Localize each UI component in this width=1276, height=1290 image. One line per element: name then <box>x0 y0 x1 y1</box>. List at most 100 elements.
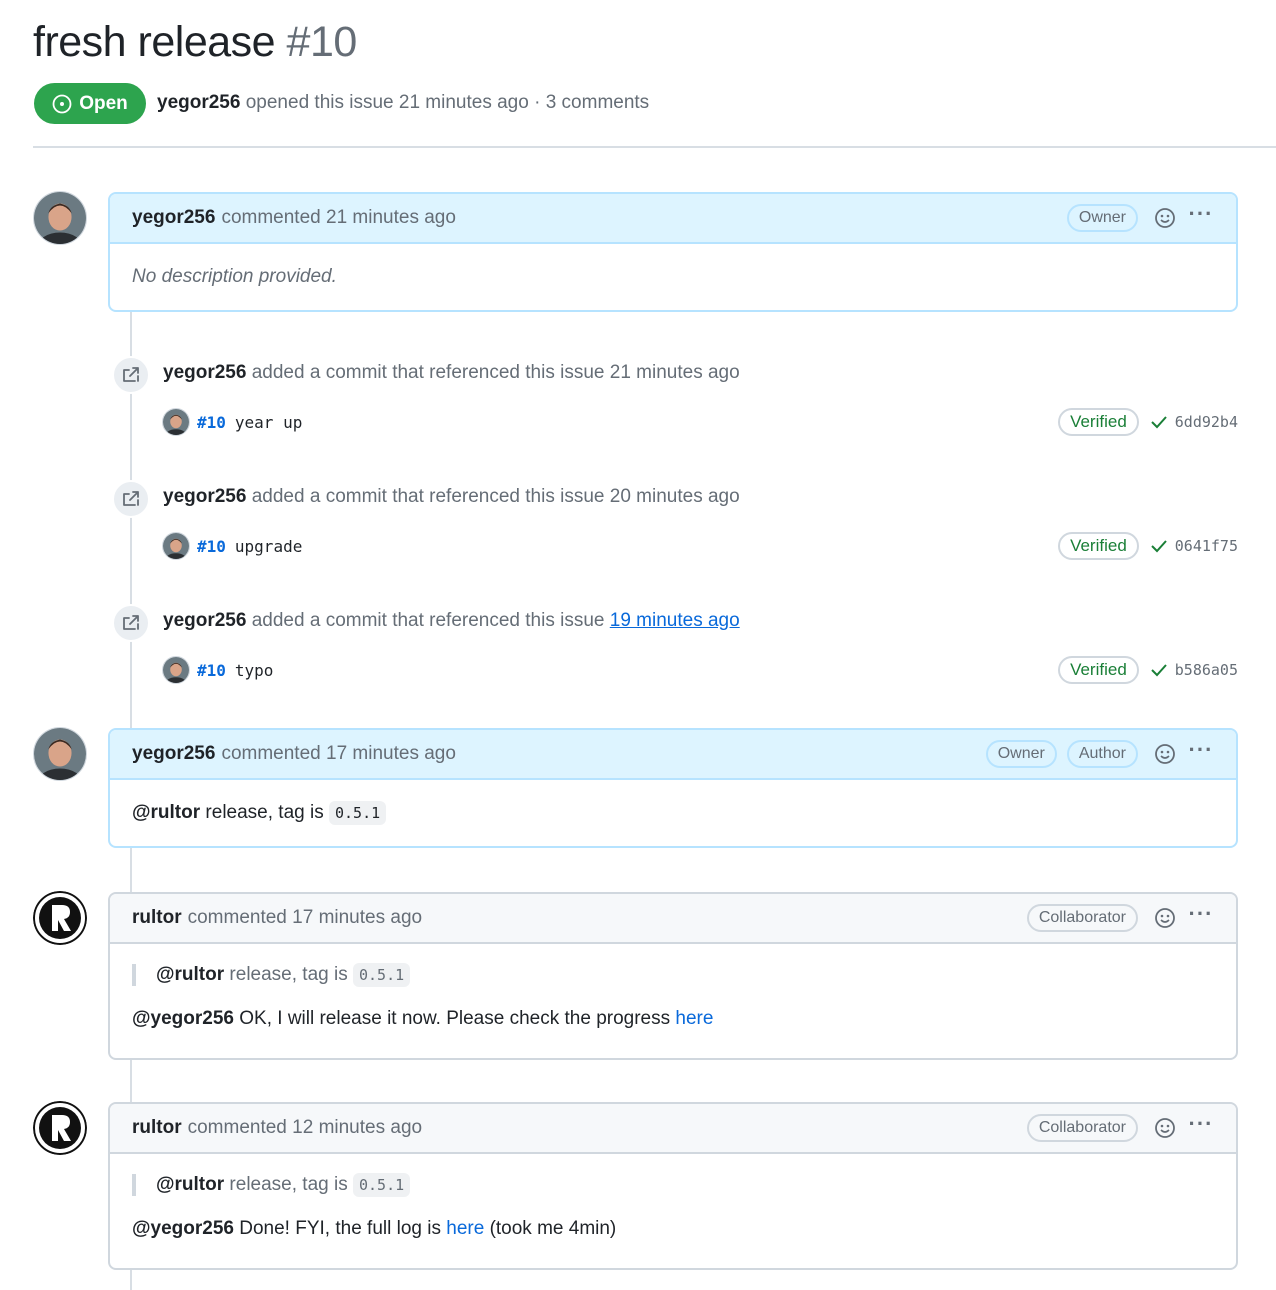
mention-link[interactable]: @yegor256 <box>132 1218 234 1239</box>
person-avatar-icon <box>34 192 86 244</box>
avatar-yegor256[interactable] <box>33 727 87 781</box>
comment-card: yegor256 commented 17 minutes ago Owner … <box>108 728 1238 848</box>
inline-code: 0.5.1 <box>353 1173 411 1197</box>
commit-row: #10 upgrade Verified 0641f75 <box>162 531 1238 561</box>
comment-body: @rultor release, tag is 0.5.1 @yegor256 … <box>110 944 1236 1030</box>
role-badge-collaborator: Collaborator <box>1026 1114 1138 1142</box>
comment-body: No description provided. <box>110 244 1236 288</box>
mention-link[interactable]: @rultor <box>156 1174 224 1195</box>
commit-issue-ref[interactable]: #10 <box>197 413 226 432</box>
mention-link[interactable]: @rultor <box>156 964 224 985</box>
progress-link[interactable]: here <box>675 1008 713 1029</box>
reply-text: Done! FYI, the full log is <box>239 1218 441 1239</box>
blockquote: @rultor release, tag is 0.5.1 <box>132 963 1214 987</box>
issue-state-badge: Open <box>34 83 146 124</box>
smiley-icon[interactable] <box>1154 907 1176 929</box>
event-text: added a commit that referenced this issu… <box>251 610 605 631</box>
log-link[interactable]: here <box>446 1218 484 1239</box>
person-avatar-icon <box>34 728 86 780</box>
verified-badge[interactable]: Verified <box>1058 656 1139 684</box>
comment-text: No description provided. <box>132 266 337 287</box>
mention-link[interactable]: @rultor <box>132 802 200 823</box>
commit-message[interactable]: typo <box>235 661 274 680</box>
event-text: added a commit that referenced this issu… <box>251 486 605 507</box>
timeline-line <box>130 1058 132 1104</box>
commit-message[interactable]: upgrade <box>235 537 302 556</box>
smiley-icon[interactable] <box>1154 207 1176 229</box>
comment-author[interactable]: rultor <box>132 1117 182 1139</box>
kebab-horizontal-icon[interactable]: ··· <box>1188 903 1214 929</box>
comment-author[interactable]: rultor <box>132 907 182 929</box>
header-divider <box>33 146 1276 148</box>
issue-state-label: Open <box>79 92 128 114</box>
comment-header: yegor256 commented 17 minutes ago Owner … <box>110 730 1236 780</box>
issue-title: fresh release #10 <box>33 18 357 67</box>
commit-message[interactable]: year up <box>235 413 302 432</box>
comment-timestamp[interactable]: commented 12 minutes ago <box>188 1117 422 1139</box>
event-actor[interactable]: yegor256 <box>163 610 246 631</box>
event-time[interactable]: 21 minutes ago <box>610 362 740 383</box>
commit-author-avatar[interactable] <box>162 532 190 560</box>
commit-sha[interactable]: 0641f75 <box>1175 537 1238 555</box>
avatar-yegor256[interactable] <box>33 191 87 245</box>
reply-suffix: (took me 4min) <box>489 1218 617 1239</box>
reply-text: OK, I will release it now. Please check … <box>239 1008 671 1029</box>
quote-text: release, tag is <box>229 1174 348 1195</box>
issue-number: #10 <box>286 18 358 66</box>
event-description: yegor256 added a commit that referenced … <box>163 610 740 632</box>
commit-author-avatar[interactable] <box>162 656 190 684</box>
commit-sha[interactable]: b586a05 <box>1175 661 1238 679</box>
commit-issue-ref[interactable]: #10 <box>197 537 226 556</box>
verified-badge[interactable]: Verified <box>1058 408 1139 436</box>
smiley-icon[interactable] <box>1154 743 1176 765</box>
issue-author-link[interactable]: yegor256 <box>157 92 240 113</box>
event-description: yegor256 added a commit that referenced … <box>163 486 740 508</box>
event-actor[interactable]: yegor256 <box>163 486 246 507</box>
commit-row: #10 year up Verified 6dd92b4 <box>162 407 1238 437</box>
check-icon <box>1151 664 1167 677</box>
smiley-icon[interactable] <box>1154 1117 1176 1139</box>
event-text: added a commit that referenced this issu… <box>251 362 605 383</box>
comment-text: release, tag is <box>205 802 324 823</box>
issue-meta-text: opened this issue 21 minutes ago · 3 com… <box>245 92 650 113</box>
reply-paragraph: @yegor256 Done! FYI, the full log is her… <box>132 1218 1214 1240</box>
event-time-link[interactable]: 19 minutes ago <box>610 610 740 631</box>
comment-timestamp[interactable]: commented 17 minutes ago <box>221 743 455 765</box>
issue-opened-icon <box>52 94 72 113</box>
timeline-line <box>130 1268 132 1290</box>
cross-reference-icon <box>112 356 150 394</box>
comment-header: rultor commented 17 minutes ago Collabor… <box>110 894 1236 944</box>
comment-timestamp[interactable]: commented 17 minutes ago <box>188 907 422 929</box>
comment-header: yegor256 commented 21 minutes ago Owner … <box>110 194 1236 244</box>
event-time[interactable]: 20 minutes ago <box>610 486 740 507</box>
reply-paragraph: @yegor256 OK, I will release it now. Ple… <box>132 1008 1214 1030</box>
comment-card: rultor commented 17 minutes ago Collabor… <box>108 892 1238 1060</box>
comment-author[interactable]: yegor256 <box>132 743 215 765</box>
cross-reference-icon <box>112 480 150 518</box>
rultor-logo-icon <box>33 891 87 945</box>
kebab-horizontal-icon[interactable]: ··· <box>1188 203 1214 229</box>
kebab-horizontal-icon[interactable]: ··· <box>1188 739 1214 765</box>
avatar-rultor[interactable] <box>33 1101 87 1155</box>
blockquote: @rultor release, tag is 0.5.1 <box>132 1173 1214 1197</box>
verified-badge[interactable]: Verified <box>1058 532 1139 560</box>
role-badge-owner: Owner <box>1066 204 1138 232</box>
event-description: yegor256 added a commit that referenced … <box>163 362 740 384</box>
commit-sha[interactable]: 6dd92b4 <box>1175 413 1238 431</box>
comment-author[interactable]: yegor256 <box>132 207 215 229</box>
check-icon <box>1151 540 1167 553</box>
commit-author-avatar[interactable] <box>162 408 190 436</box>
comment-card: yegor256 commented 21 minutes ago Owner … <box>108 192 1238 312</box>
comment-body: @rultor release, tag is 0.5.1 <box>110 780 1236 825</box>
comment-timestamp[interactable]: commented 21 minutes ago <box>221 207 455 229</box>
avatar-rultor[interactable] <box>33 891 87 945</box>
commit-issue-ref[interactable]: #10 <box>197 661 226 680</box>
inline-code: 0.5.1 <box>329 801 387 825</box>
kebab-horizontal-icon[interactable]: ··· <box>1188 1113 1214 1139</box>
role-badge-owner: Owner <box>985 740 1057 768</box>
event-actor[interactable]: yegor256 <box>163 362 246 383</box>
comment-card: rultor commented 12 minutes ago Collabor… <box>108 1102 1238 1270</box>
mention-link[interactable]: @yegor256 <box>132 1008 234 1029</box>
commit-row: #10 typo Verified b586a05 <box>162 655 1238 685</box>
rultor-logo-icon <box>33 1101 87 1155</box>
